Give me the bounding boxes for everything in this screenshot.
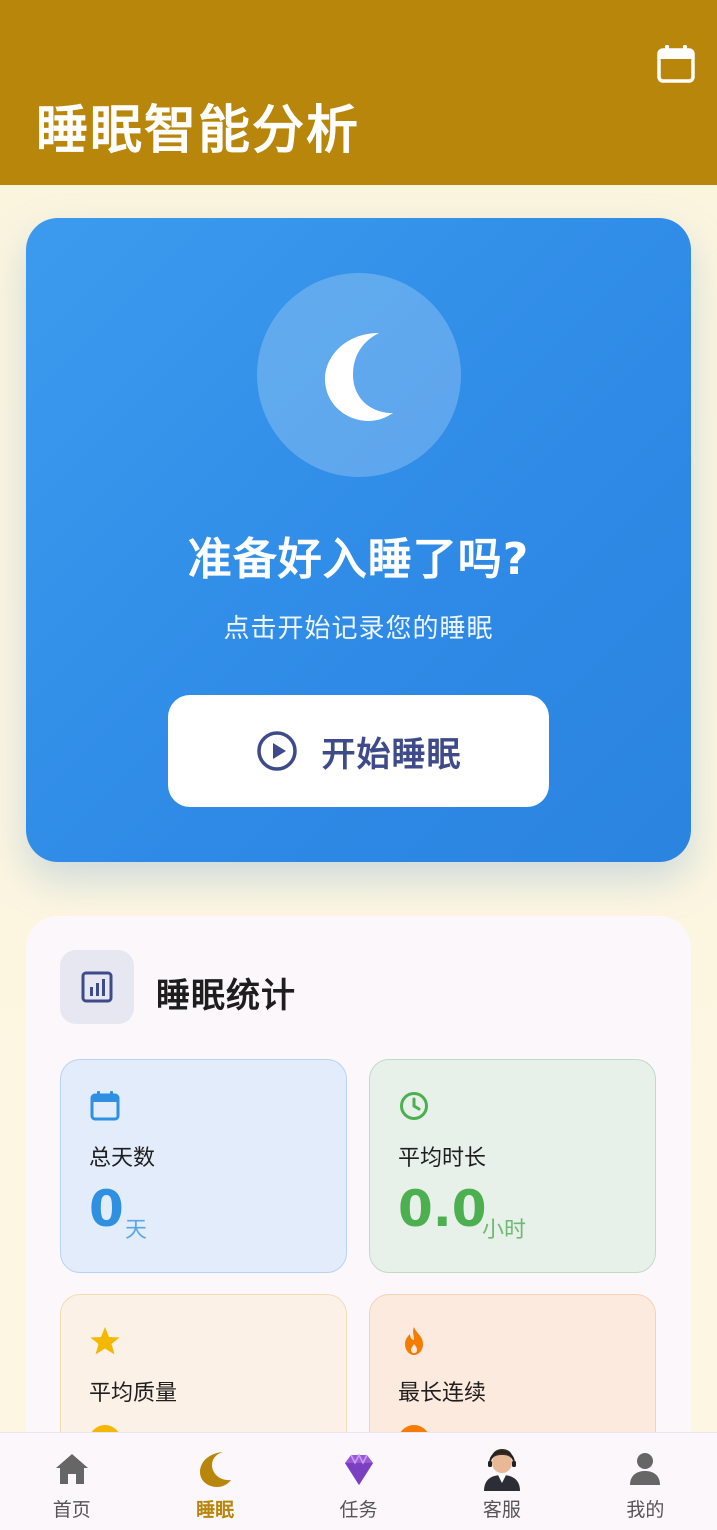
nav-label: 任务	[339, 1499, 378, 1521]
stat-label: 平均质量	[89, 1381, 178, 1406]
nav-item-tasks[interactable]: 任务	[287, 1433, 430, 1530]
diamond-icon	[344, 1453, 373, 1485]
moon-icon	[325, 333, 393, 421]
bar-chart-icon	[81, 971, 113, 1003]
stat-tile-avg-duration[interactable]: 平均时长 0.0 小时	[369, 1059, 656, 1273]
star-icon	[90, 1327, 120, 1355]
stat-unit: 天	[125, 1218, 148, 1243]
start-sleep-label: 开始睡眠	[321, 734, 462, 775]
start-sleep-button[interactable]: 开始睡眠	[168, 695, 549, 807]
sleep-start-card: 准备好入睡了吗? 点击开始记录您的睡眠 开始睡眠	[26, 218, 691, 862]
hero-subtitle: 点击开始记录您的睡眠	[223, 614, 494, 644]
nav-item-sleep[interactable]: 睡眠	[143, 1433, 286, 1530]
stat-value: 0.0	[398, 1180, 487, 1238]
page-title: 睡眠智能分析	[36, 101, 361, 161]
stat-label: 总天数	[89, 1146, 156, 1171]
play-circle-icon	[256, 731, 297, 771]
nav-item-profile[interactable]: 我的	[574, 1433, 717, 1530]
app-root: 睡眠智能分析 准备好入睡了吗? 点击开始记录您的睡眠 开始睡眠 睡眠统计 总天数…	[0, 0, 717, 1530]
header-bar: 睡眠智能分析	[0, 0, 717, 185]
moon-icon	[200, 1452, 232, 1487]
fire-icon	[405, 1327, 423, 1355]
stat-label: 最长连续	[398, 1381, 487, 1406]
user-icon	[630, 1453, 661, 1485]
stat-unit: 小时	[482, 1218, 527, 1243]
clock-icon	[400, 1092, 428, 1120]
calendar-icon[interactable]	[656, 44, 696, 84]
stat-value: 0	[89, 1180, 124, 1238]
nav-label: 我的	[626, 1499, 665, 1521]
bottom-nav: 首页 睡眠 任务 客服 我的	[0, 1432, 717, 1530]
calendar-icon	[90, 1091, 120, 1121]
nav-item-support[interactable]: 客服	[430, 1433, 573, 1530]
home-icon	[55, 1454, 88, 1484]
stat-label: 平均时长	[398, 1146, 487, 1171]
stat-tile-total-days[interactable]: 总天数 0 天	[60, 1059, 347, 1273]
hero-title: 准备好入睡了吗?	[187, 534, 530, 585]
nav-label: 睡眠	[196, 1499, 235, 1521]
nav-item-home[interactable]: 首页	[0, 1433, 143, 1530]
stats-icon-box	[60, 950, 134, 1024]
nav-label: 首页	[52, 1499, 91, 1521]
agent-avatar-icon	[483, 1449, 520, 1491]
moon-badge	[257, 273, 461, 477]
stats-title: 睡眠统计	[156, 976, 296, 1016]
nav-label: 客服	[482, 1499, 521, 1521]
